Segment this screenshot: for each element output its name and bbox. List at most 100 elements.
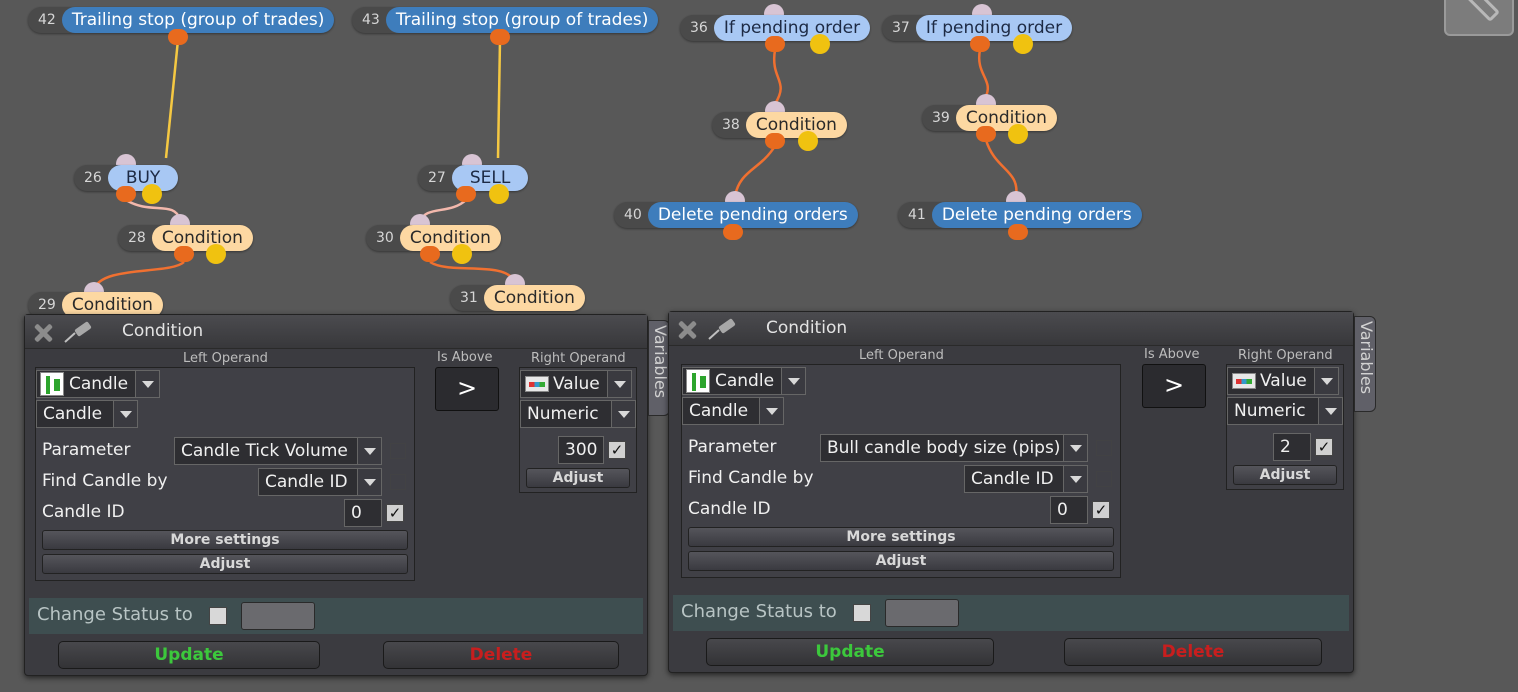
output-port[interactable] [456,186,476,202]
output-port[interactable] [420,246,440,262]
node-label: Condition [483,285,585,311]
panel-titlebar[interactable]: Condition [25,315,647,349]
change-status-input[interactable] [241,602,315,630]
candle-id-checkbox[interactable]: ✓ [386,504,404,522]
node-id: 39 [932,110,950,126]
parameter-select[interactable]: Candle Tick Volume [174,437,382,465]
change-status-input[interactable] [885,599,959,627]
output-port[interactable] [490,29,510,45]
adjust-left-button[interactable]: Adjust [42,554,408,574]
chevron-down-icon [1063,435,1087,461]
panel-title: Condition [122,321,204,341]
right-type-value: Value [553,374,600,394]
variables-tab-label: Variables [1357,321,1376,395]
more-settings-button[interactable]: More settings [42,530,408,550]
output-port-alt[interactable] [206,244,226,264]
output-port[interactable] [174,246,194,262]
output-port[interactable] [970,36,990,52]
parameter-select[interactable]: Bull candle body size (pips) [820,434,1088,462]
find-by-checkbox[interactable] [390,474,406,490]
delete-button[interactable]: Delete [1064,638,1322,666]
left-subtype-select[interactable]: Candle [36,400,138,428]
value-icon [1232,373,1256,389]
right-subtype-value: Numeric [527,404,599,424]
right-value-checkbox[interactable]: ✓ [608,441,626,459]
candle-id-input[interactable]: 0 [1050,496,1088,524]
find-by-select[interactable]: Candle ID [258,468,382,496]
right-operand-label: Right Operand [1238,348,1333,363]
right-type-select[interactable]: Value [1227,367,1339,395]
more-settings-button[interactable]: More settings [688,527,1114,547]
operator-button[interactable]: > [1142,364,1206,408]
left-subtype-select[interactable]: Candle [682,397,784,425]
parameter-label: Parameter [42,440,131,460]
output-port[interactable] [976,126,996,142]
close-icon[interactable] [33,323,53,343]
left-type-value: Candle [69,374,129,394]
right-value-checkbox[interactable]: ✓ [1315,438,1333,456]
find-by-checkbox[interactable] [1096,471,1112,487]
change-status-checkbox[interactable] [209,607,227,625]
adjust-right-button[interactable]: Adjust [526,468,630,488]
output-port[interactable] [168,29,188,45]
node-id: 38 [722,117,740,133]
output-port-alt[interactable] [1008,124,1028,144]
chevron-down-icon [759,398,783,424]
parameter-checkbox[interactable] [390,443,406,459]
chevron-down-icon [1063,466,1087,492]
find-by-select[interactable]: Candle ID [964,465,1088,493]
parameter-label: Parameter [688,437,777,457]
candle-icon [40,372,64,396]
output-port-alt[interactable] [452,244,472,264]
output-port-alt[interactable] [1013,34,1033,54]
output-port-alt[interactable] [810,34,830,54]
pin-icon[interactable] [61,319,97,345]
node-id: 43 [362,12,380,28]
adjust-left-button[interactable]: Adjust [688,551,1114,571]
tool-button[interactable] [1444,0,1514,36]
right-subtype-select[interactable]: Numeric [520,400,636,428]
node-label: Condition [151,225,253,251]
node-id: 29 [38,297,56,313]
right-subtype-value: Numeric [1234,401,1306,421]
output-port-alt[interactable] [142,184,162,204]
panel-titlebar[interactable]: Condition [669,312,1353,346]
change-status-checkbox[interactable] [853,604,871,622]
operator-button[interactable]: > [435,367,499,411]
output-port[interactable] [116,186,136,202]
output-port[interactable] [765,36,785,52]
output-port-alt[interactable] [798,131,818,151]
node-id: 28 [128,230,146,246]
pin-icon[interactable] [705,316,741,342]
output-port[interactable] [765,133,785,149]
right-value-input[interactable]: 2 [1273,433,1311,461]
node-id: 41 [908,207,926,223]
left-type-select[interactable]: Candle [36,370,160,398]
change-status-label: Change Status to [681,601,837,622]
variables-tab[interactable]: Variables [1354,316,1376,412]
node-label: Trailing stop (group of trades) [61,7,335,33]
node-id: 26 [84,170,102,186]
node-label: If pending order [915,15,1073,41]
variables-tab[interactable]: Variables [648,320,670,416]
update-button[interactable]: Update [58,641,320,669]
parameter-checkbox[interactable] [1096,440,1112,456]
output-port-alt[interactable] [489,184,509,204]
right-value-input[interactable]: 300 [558,436,604,464]
right-subtype-select[interactable]: Numeric [1227,397,1343,425]
panel-title: Condition [766,318,848,338]
node-label: Condition [399,225,501,251]
output-port[interactable] [1008,224,1028,240]
update-button[interactable]: Update [706,638,994,666]
close-icon[interactable] [677,320,697,340]
right-type-select[interactable]: Value [520,370,632,398]
candle-id-checkbox[interactable]: ✓ [1092,501,1110,519]
adjust-right-button[interactable]: Adjust [1233,465,1337,485]
node-31[interactable]: 31 Condition [450,285,585,311]
find-by-value: Candle ID [971,469,1054,489]
chevron-down-icon [781,368,805,394]
output-port[interactable] [723,224,743,240]
delete-button[interactable]: Delete [383,641,619,669]
candle-id-input[interactable]: 0 [344,499,382,527]
left-type-select[interactable]: Candle [682,367,806,395]
